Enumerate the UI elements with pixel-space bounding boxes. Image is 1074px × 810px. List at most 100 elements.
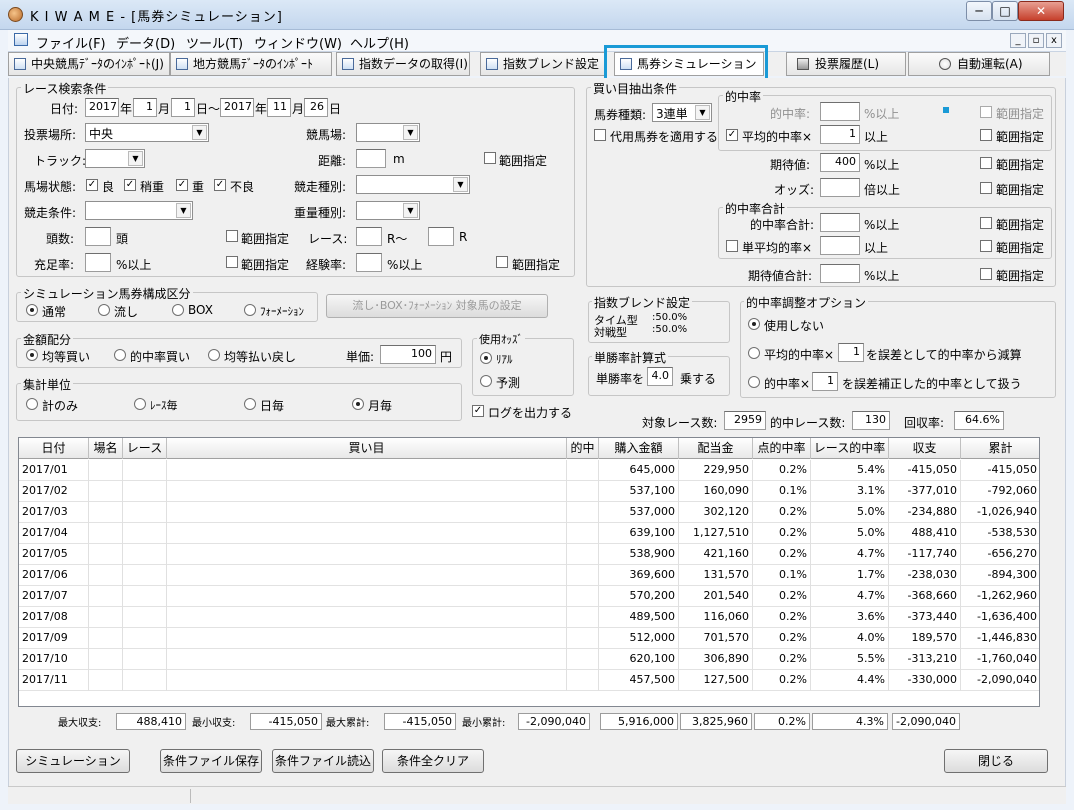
avg-hit-range-checkbox[interactable]	[980, 129, 992, 141]
table-row[interactable]: 2017/09 512,000 701,570 0.2% 4.0% 189,570 -1,4…	[19, 628, 1039, 649]
menu-tools[interactable]: ツール(T)	[186, 33, 243, 52]
mdi-minimize-button[interactable]: _	[1010, 33, 1026, 48]
col-header-race[interactable]: レース	[123, 438, 167, 459]
to-day-input[interactable]: 26	[304, 98, 328, 117]
fill-range-checkbox[interactable]	[226, 256, 238, 268]
mdi-restore-button[interactable]: ▫	[1028, 33, 1044, 48]
cond-slight-checkbox[interactable]: ✓	[124, 179, 136, 191]
adjust-avg-radio[interactable]	[748, 347, 760, 359]
col-header-bets[interactable]: 買い目	[167, 438, 567, 459]
track-select[interactable]: ▼	[85, 149, 145, 168]
table-row[interactable]: 2017/01 645,000 229,950 0.2% 5.4% -415,050 -41…	[19, 460, 1039, 481]
weight-type-select[interactable]: ▼	[356, 201, 420, 220]
col-header-race-hit[interactable]: レース的中率	[811, 438, 889, 459]
from-year-input[interactable]: 2017	[85, 98, 119, 117]
expect-range-checkbox[interactable]	[980, 157, 992, 169]
tab-index-blend[interactable]: 指数ブレンド設定(M)	[480, 52, 606, 76]
win-rate-power-input[interactable]: 4.0	[647, 367, 673, 386]
col-header-point-hit[interactable]: 点的中率	[753, 438, 811, 459]
single-avg-range-checkbox[interactable]	[980, 240, 992, 252]
table-row[interactable]: 2017/08 489,500 116,060 0.2% 3.6% -373,440 -1,…	[19, 607, 1039, 628]
total-only-radio[interactable]	[26, 398, 38, 410]
minimize-button[interactable]: ─	[966, 1, 992, 21]
unit-price-input[interactable]: 100	[380, 345, 436, 364]
odds-input[interactable]	[820, 178, 860, 197]
monthly-radio[interactable]	[352, 398, 364, 410]
fill-rate-input[interactable]	[85, 253, 111, 272]
experience-range-checkbox[interactable]	[496, 256, 508, 268]
results-table[interactable]: 日付 場名 レース 買い目 的中 購入金額 配当金 点的中率 レース的中率 収支 累計 2017/0…	[18, 437, 1040, 707]
table-row[interactable]: 2017/03 537,000 302,120 0.2% 5.0% -234,880 -1,…	[19, 502, 1039, 523]
race-from-input[interactable]	[356, 227, 382, 246]
col-header-venue[interactable]: 場名	[89, 438, 123, 459]
venue-select[interactable]: 中央 ▼	[85, 123, 209, 142]
tab-local-import[interactable]: 地方競馬ﾃﾞｰﾀのｲﾝﾎﾟｰﾄ(N)	[170, 52, 332, 76]
heads-range-checkbox[interactable]	[226, 230, 238, 242]
to-year-input[interactable]: 2017	[220, 98, 254, 117]
adjust-hit-radio[interactable]	[748, 376, 760, 388]
adjust-avg-input[interactable]: 1	[838, 343, 864, 362]
to-month-input[interactable]: 11	[267, 98, 291, 117]
experience-input[interactable]	[356, 253, 382, 272]
col-header-hit[interactable]: 的中	[567, 438, 599, 459]
simulate-button[interactable]: シミュレーション	[16, 749, 130, 773]
hit-rate-range-checkbox[interactable]	[980, 106, 992, 118]
bet-type-select[interactable]: 3連単 ▼	[652, 103, 712, 122]
single-avg-input[interactable]	[820, 236, 860, 255]
distance-input[interactable]	[356, 149, 386, 168]
formation-radio[interactable]	[244, 304, 256, 316]
mdi-close-button[interactable]: x	[1046, 33, 1062, 48]
target-horse-button[interactable]: 流し･BOX･ﾌｫｰﾒｰｼｮﾝ 対象馬の設定	[326, 294, 548, 318]
distance-range-checkbox[interactable]	[484, 152, 496, 164]
race-condition-select[interactable]: ▼	[85, 201, 193, 220]
cond-heavy-checkbox[interactable]: ✓	[176, 179, 188, 191]
single-avg-checkbox[interactable]	[726, 240, 738, 252]
menu-help[interactable]: ヘルプ(H)	[350, 33, 409, 52]
expect-total-input[interactable]	[820, 264, 860, 283]
total-hit-range-checkbox[interactable]	[980, 217, 992, 229]
tab-index-fetch[interactable]: 指数データの取得(I)	[336, 52, 470, 76]
normal-radio[interactable]	[26, 304, 38, 316]
load-conditions-button[interactable]: 条件ファイル読込	[272, 749, 374, 773]
table-row[interactable]: 2017/10 620,100 306,890 0.2% 5.5% -313,210 -1,…	[19, 649, 1039, 670]
per-race-radio[interactable]	[134, 398, 146, 410]
table-row[interactable]: 2017/05 538,900 421,160 0.2% 4.7% -117,740 -65…	[19, 544, 1039, 565]
tab-auto-run[interactable]: 自動運転(A)	[908, 52, 1050, 76]
log-checkbox[interactable]: ✓	[472, 405, 484, 417]
equal-buy-radio[interactable]	[26, 349, 38, 361]
expect-input[interactable]: 400	[820, 153, 860, 172]
expect-total-range-checkbox[interactable]	[980, 268, 992, 280]
table-row[interactable]: 2017/06 369,600 131,570 0.1% 1.7% -238,030 -89…	[19, 565, 1039, 586]
hit-buy-radio[interactable]	[114, 349, 126, 361]
forecast-odds-radio[interactable]	[480, 375, 492, 387]
avg-hit-input[interactable]: 1	[820, 125, 860, 144]
total-hit-input[interactable]	[820, 213, 860, 232]
col-header-payout[interactable]: 配当金	[679, 438, 753, 459]
save-conditions-button[interactable]: 条件ファイル保存	[160, 749, 262, 773]
adjust-hit-input[interactable]: 1	[812, 372, 838, 391]
race-to-input[interactable]	[428, 227, 454, 246]
hit-rate-input[interactable]	[820, 102, 860, 121]
from-day-input[interactable]: 1	[171, 98, 195, 117]
close-button[interactable]: 閉じる	[944, 749, 1048, 773]
from-month-input[interactable]: 1	[133, 98, 157, 117]
adjust-none-radio[interactable]	[748, 318, 760, 330]
maximize-button[interactable]: □	[992, 1, 1018, 21]
avg-hit-checkbox[interactable]: ✓	[726, 129, 738, 141]
cond-good-checkbox[interactable]: ✓	[86, 179, 98, 191]
racecourse-select[interactable]: ▼	[356, 123, 420, 142]
odds-range-checkbox[interactable]	[980, 182, 992, 194]
clear-conditions-button[interactable]: 条件全クリア	[382, 749, 484, 773]
col-header-date[interactable]: 日付	[19, 438, 89, 459]
race-type-select[interactable]: ▼	[356, 175, 470, 194]
col-header-cumulative[interactable]: 累計	[961, 438, 1039, 459]
table-row[interactable]: 2017/11 457,500 127,500 0.2% 4.4% -330,000 -2,…	[19, 670, 1039, 691]
box-radio[interactable]	[172, 304, 184, 316]
cond-bad-checkbox[interactable]: ✓	[214, 179, 226, 191]
menu-window[interactable]: ウィンドウ(W)	[254, 33, 342, 52]
real-odds-radio[interactable]	[480, 352, 492, 364]
daily-radio[interactable]	[244, 398, 256, 410]
nagashi-radio[interactable]	[98, 304, 110, 316]
substitute-checkbox[interactable]	[594, 129, 606, 141]
col-header-purchase[interactable]: 購入金額	[599, 438, 679, 459]
